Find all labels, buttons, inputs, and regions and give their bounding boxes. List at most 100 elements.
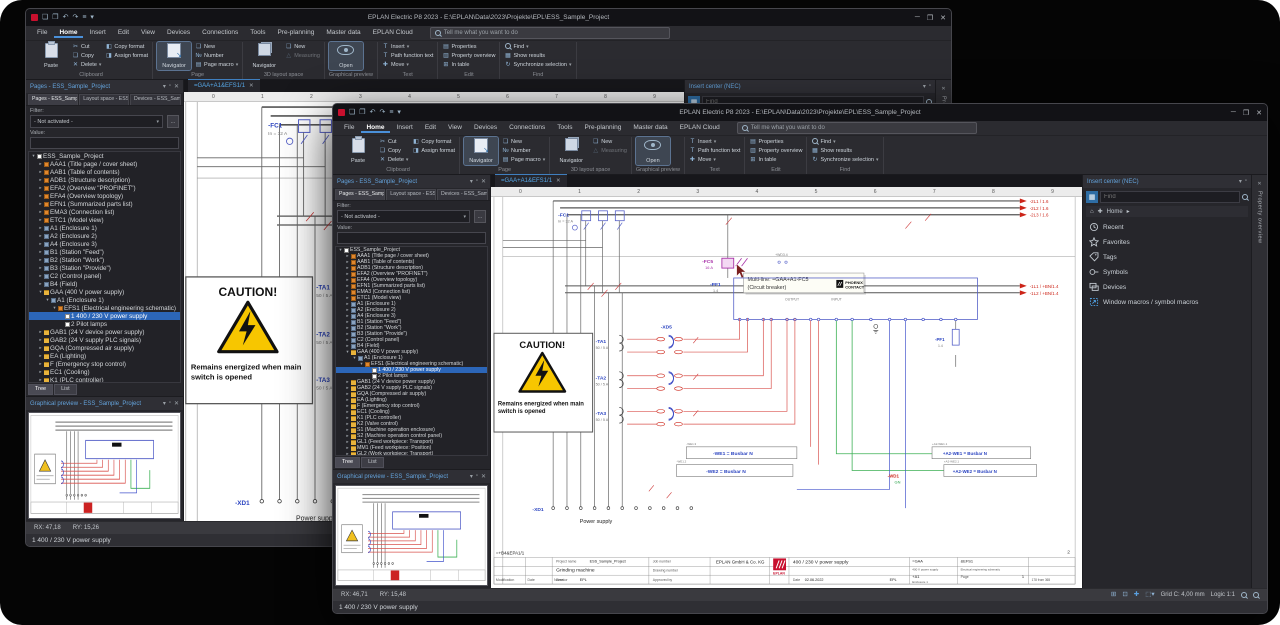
ribbon-tab-insert[interactable]: Insert [392, 123, 418, 134]
zoom-in-icon[interactable] [1241, 592, 1247, 598]
tree-item[interactable]: ▸B1 (Station "Feed") [29, 248, 180, 256]
tab-tree[interactable]: Tree [28, 384, 53, 395]
layout-navigator-button[interactable]: Navigator [247, 42, 281, 70]
page-new-button[interactable]: ❏New [195, 43, 238, 51]
qat-undo-icon[interactable]: ↶ [370, 109, 376, 116]
document-tab[interactable]: =GAA+A1&EFS1/1 ✕ [188, 79, 260, 92]
tree-item[interactable]: ▸EFA2 (Overview "PROFINET") [29, 184, 180, 192]
ribbon-tab-eplan-cloud[interactable]: EPLAN Cloud [675, 123, 725, 134]
tab-tree[interactable]: Tree [335, 457, 360, 468]
qat-print-icon[interactable]: ≡ [82, 14, 86, 21]
in-table-button[interactable]: ⊞In table [442, 61, 495, 69]
insert-center-item-recent[interactable]: Recent [1089, 222, 1245, 232]
value-input[interactable] [30, 137, 179, 149]
properties-button[interactable]: ▤Properties [749, 138, 802, 146]
value-input[interactable] [337, 232, 486, 244]
panel-pin-icon[interactable]: ▫ [476, 178, 478, 185]
snap-icon[interactable]: ⊞ [1111, 592, 1116, 599]
tab-layout-space[interactable]: Layout space - ESS_Sa... [386, 189, 436, 200]
selection-mode-icon[interactable]: ⬚▾ [1145, 592, 1154, 599]
page-number-button[interactable]: №Number [195, 52, 238, 60]
open-preview-button[interactable]: Open [636, 137, 670, 165]
path-function-text-button[interactable]: TPath function text [382, 52, 434, 60]
ribbon-tab-edit[interactable]: Edit [113, 28, 134, 39]
page-navigator-button[interactable]: Navigator [157, 42, 191, 70]
tab-devices[interactable]: Devices - ESS_Sample_... [437, 189, 488, 200]
find-button[interactable]: Find▾ [811, 138, 878, 146]
tree-item[interactable]: ▸B4 (Field) [29, 280, 180, 288]
ribbon-tab-pre-planning[interactable]: Pre-planning [272, 28, 319, 39]
cut-button[interactable]: ✂Cut [72, 43, 101, 51]
tree-item[interactable]: 1 400 / 230 V power supply [29, 312, 180, 320]
ribbon-tab-master-data[interactable]: Master data [628, 123, 672, 134]
move-button[interactable]: ✚Move▾ [382, 61, 434, 69]
tree-item[interactable]: ▸AAA1 (Title page / cover sheet) [29, 160, 180, 168]
component-ta1[interactable]: -TA1 50 / 5 A [596, 335, 624, 351]
panel-menu-icon[interactable]: ▾ [923, 83, 926, 90]
tree-item[interactable]: ▸F (Emergency stop control) [29, 360, 180, 368]
open-preview-button[interactable]: Open [329, 42, 363, 70]
ribbon-tab-home[interactable]: Home [54, 28, 82, 39]
tree-item[interactable]: ▸GQA (Compressed air supply) [29, 344, 180, 352]
tree-item[interactable]: ▸C2 (Control panel) [29, 272, 180, 280]
qat-redo-icon[interactable]: ↷ [72, 14, 78, 21]
path-function-text-button[interactable]: TPath function text [689, 147, 741, 155]
tree-item[interactable]: ▾ESS_Sample_Project [29, 152, 180, 160]
close-button[interactable]: ✕ [1256, 109, 1262, 117]
insert-center-item-devices[interactable]: Devices [1089, 282, 1245, 292]
insert-center-item-symbols[interactable]: Symbols [1089, 267, 1245, 277]
maximize-button[interactable]: ❐ [927, 14, 933, 22]
tree-item[interactable]: ▾EFS1 (Electrical engineering schematic) [29, 304, 180, 312]
layout-new-button[interactable]: ❏New [285, 43, 320, 51]
minimize-button[interactable]: ─ [1231, 109, 1236, 117]
component-pf1-resistor[interactable]: -PF1 1.4 [935, 329, 959, 348]
tab-close-icon[interactable]: ✕ [556, 178, 561, 184]
property-overview-button[interactable]: ▥Property overview [749, 147, 802, 155]
property-overview-button[interactable]: ▥Property overview [442, 52, 495, 60]
assign-format-button[interactable]: ◨Assign format [105, 52, 148, 60]
ribbon-tab-edit[interactable]: Edit [420, 123, 441, 134]
tree-item[interactable]: ▸EFN1 (Summarized parts list) [29, 200, 180, 208]
copy-button[interactable]: ❏Copy [379, 147, 408, 155]
properties-button[interactable]: ▤Properties [442, 43, 495, 51]
ribbon-tab-view[interactable]: View [136, 28, 160, 39]
pages-tree[interactable]: ▾ESS_Sample_Project▸AAA1 (Title page / c… [335, 246, 488, 456]
preview-canvas[interactable] [28, 412, 181, 519]
component-fc1[interactable]: -FC1 In = 32 A [558, 211, 624, 293]
eplan-window-front[interactable]: ❏ ❐ ↶ ↷ ≡ ▾ EPLAN Electric P8 2023 - E:\… [332, 103, 1268, 614]
ribbon-tab-file[interactable]: File [339, 123, 359, 134]
filter-ellipsis-button[interactable]: ... [167, 115, 179, 128]
grid-icon[interactable]: ⊡ [1122, 592, 1127, 599]
panel-menu-icon[interactable]: ▾ [163, 83, 166, 90]
tree-item[interactable]: ▸GAB2 (24 V supply PLC signals) [29, 336, 180, 344]
qat-new-icon[interactable]: ❏ [42, 14, 48, 21]
qat-undo-icon[interactable]: ↶ [63, 14, 69, 21]
page-new-button[interactable]: ❏New [502, 138, 545, 146]
find-button[interactable]: Find▾ [504, 43, 571, 51]
synchronize-selection-button[interactable]: ↻Synchronize selection▾ [504, 61, 571, 69]
panel-pin-icon[interactable]: ▫ [169, 83, 171, 90]
tree-item[interactable]: ▸A4 (Enclosure 3) [29, 240, 180, 248]
tree-item[interactable]: ▸ETC1 (Model view) [29, 216, 180, 224]
panel-menu-icon[interactable]: ▾ [470, 178, 473, 185]
copy-button[interactable]: ❏Copy [72, 52, 101, 60]
ribbon-tab-home[interactable]: Home [361, 123, 389, 134]
page-navigator-button[interactable]: Navigator [464, 137, 498, 165]
show-results-button[interactable]: ▦Show results [504, 52, 571, 60]
tree-item[interactable]: 2 Pilot lamps [29, 320, 180, 328]
tree-item[interactable]: ▸A2 (Enclosure 2) [29, 232, 180, 240]
pages-tree[interactable]: ▾ESS_Sample_Project▸AAA1 (Title page / c… [28, 151, 181, 383]
move-button[interactable]: ✚Move▾ [689, 156, 741, 164]
ribbon-tab-pre-planning[interactable]: Pre-planning [579, 123, 626, 134]
panel-menu-icon[interactable]: ▾ [163, 400, 166, 407]
assign-format-button[interactable]: ◨Assign format [412, 147, 455, 155]
ribbon-tab-master-data[interactable]: Master data [321, 28, 365, 39]
ribbon-tab-insert[interactable]: Insert [85, 28, 111, 39]
insert-center-item-tags[interactable]: Tags [1089, 252, 1245, 262]
ribbon-tab-file[interactable]: File [32, 28, 52, 39]
panel-pin-icon[interactable]: ▫ [169, 400, 171, 407]
layout-new-button[interactable]: ❏New [592, 138, 627, 146]
panel-close-icon[interactable]: ✕ [174, 400, 179, 407]
insert-center-item-favorites[interactable]: Favorites [1089, 237, 1245, 247]
panel-close-icon[interactable]: ✕ [481, 473, 486, 480]
